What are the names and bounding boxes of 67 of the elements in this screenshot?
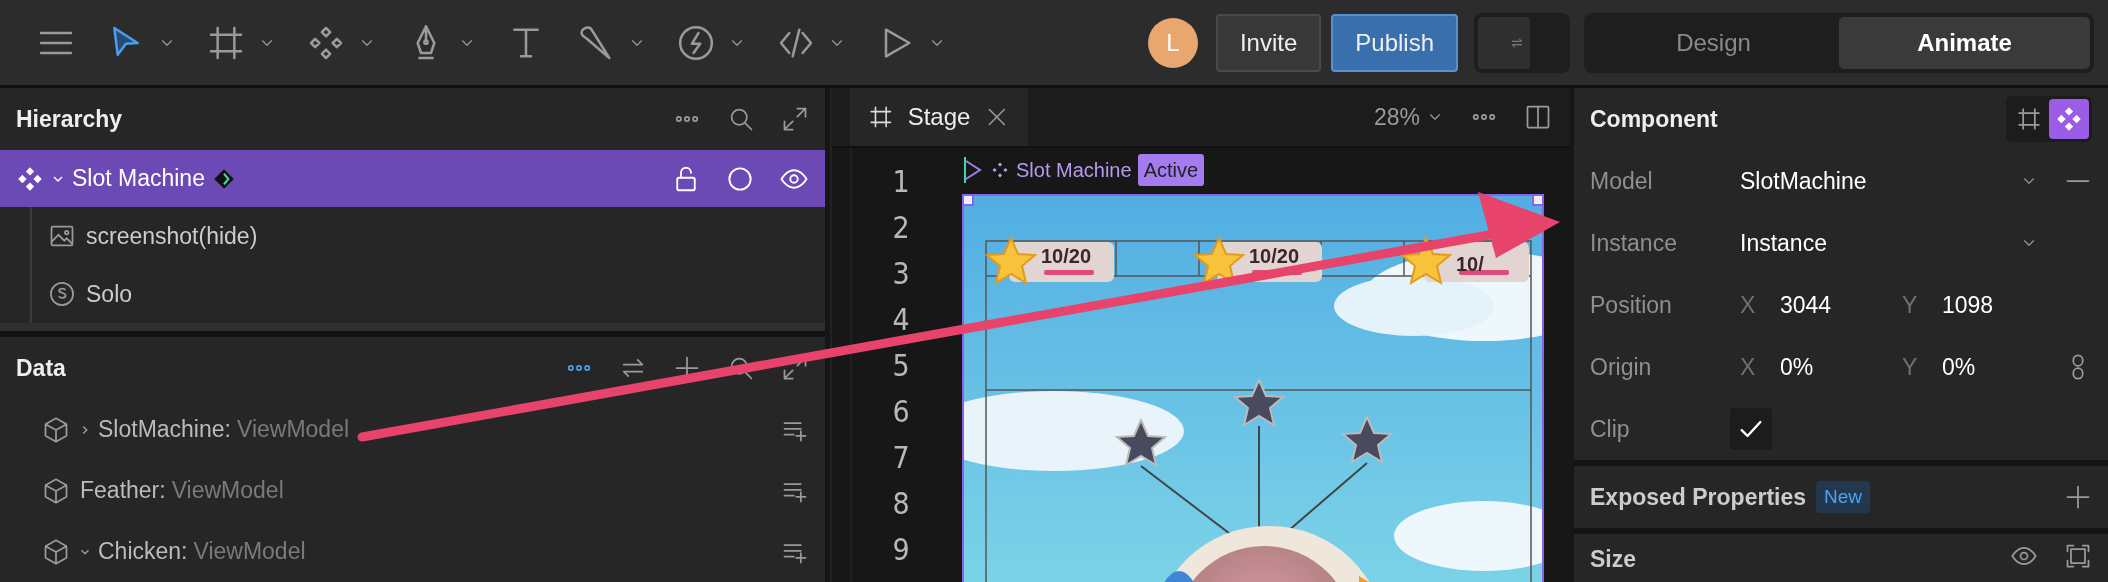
axis-label: X [1740, 290, 1757, 320]
play-flag-icon [962, 157, 984, 183]
viewmodel-type: ViewModel [236, 415, 350, 445]
axis-label: Y [1902, 352, 1919, 382]
cube-icon [42, 537, 70, 566]
view-toggle[interactable] [2049, 99, 2089, 139]
line-number: 3 [891, 254, 911, 293]
score-label: 10/ [1456, 253, 1484, 275]
model-dropdown[interactable]: SlotMachine [1740, 163, 1867, 199]
section-title: Component [1590, 104, 1718, 134]
viewmodel-type: ViewModel [193, 537, 306, 567]
viewmodel-name[interactable]: Feather: [80, 473, 166, 508]
solo-icon [48, 280, 76, 309]
line-number: 7 [891, 438, 911, 477]
x-field[interactable]: 0% [1780, 349, 1902, 385]
cube-icon [42, 476, 70, 505]
viewmodel-name[interactable]: Chicken: [98, 534, 188, 569]
line-number: 2 [891, 208, 911, 247]
viewmodel-type: ViewModel [171, 476, 284, 506]
property-label: Position [1590, 290, 1673, 320]
item-label: screenshot(hide) [86, 221, 258, 251]
line-number: 6 [891, 392, 911, 431]
panel-title: Hierarchy [16, 104, 123, 134]
plus-icon[interactable] [2064, 483, 2092, 511]
hierarchy-item[interactable]: Slot Machine [0, 150, 825, 208]
y-field[interactable]: 1098 [1942, 287, 1994, 323]
property-label: Clip [1590, 414, 1631, 444]
hierarchy-item[interactable]: screenshot(hide) [32, 207, 825, 266]
clip-checkbox[interactable] [1730, 408, 1772, 450]
hierarchy-item[interactable]: Solo [32, 265, 825, 324]
axis-label: Y [1902, 290, 1919, 320]
state-badge: Active [1137, 154, 1205, 186]
property-label: Model [1590, 166, 1654, 196]
artboard-name[interactable]: Slot Machine [1016, 155, 1132, 185]
expand-icon[interactable] [781, 105, 809, 133]
section-title: Exposed Properties [1590, 482, 1807, 512]
line-number: 8 [891, 484, 911, 523]
stage-tab[interactable]: Stage [850, 88, 1028, 146]
artboard[interactable]: 10/20 10/20 10/ [962, 194, 1544, 582]
property-label: Origin [1590, 352, 1653, 382]
mode-tab[interactable]: Design [1588, 16, 1839, 69]
publish-button[interactable]: Publish [1331, 13, 1458, 72]
section-title: Size [1590, 545, 1637, 574]
x-field[interactable]: 3044 [1780, 287, 1902, 323]
line-number: 4 [891, 300, 911, 339]
line-number: 1 [891, 162, 911, 201]
property-label: Instance [1590, 228, 1678, 258]
diamonds-icon [2055, 105, 2083, 133]
score-label: 10/20 [1041, 245, 1092, 267]
new-badge: New [1816, 480, 1871, 514]
split-view-icon[interactable] [1524, 103, 1552, 131]
mode-tab[interactable]: Animate [1839, 16, 2090, 69]
viewmodel-name[interactable]: SlotMachine: [98, 412, 231, 447]
line-number: 9 [891, 530, 911, 569]
y-field[interactable]: 0% [1942, 349, 1976, 385]
diamonds-icon [990, 160, 1010, 180]
fit-frame-icon[interactable] [2064, 542, 2092, 570]
zoom-level[interactable]: 28% [1373, 99, 1420, 135]
cube-icon [42, 415, 70, 444]
instance-dropdown[interactable]: Instance [1740, 225, 1827, 261]
item-label: Slot Machine [72, 164, 205, 194]
score-label: 10/20 [1249, 245, 1300, 267]
invite-button[interactable]: Invite [1215, 13, 1322, 72]
panel-title: Data [16, 353, 66, 383]
item-label: Solo [86, 279, 133, 309]
line-number: 5 [891, 346, 911, 385]
axis-label: X [1740, 352, 1757, 382]
